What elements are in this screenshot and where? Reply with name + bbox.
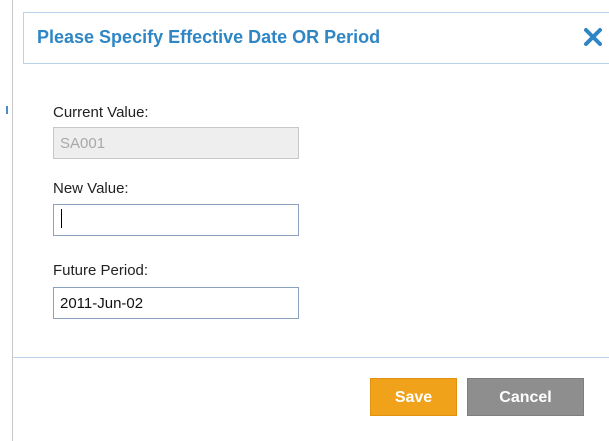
background-window-edge bbox=[0, 0, 13, 441]
future-period-label: Future Period: bbox=[53, 262, 149, 279]
new-value-field[interactable] bbox=[53, 204, 299, 236]
dialog-title: Please Specify Effective Date OR Period bbox=[37, 27, 381, 47]
close-button[interactable] bbox=[582, 25, 604, 49]
current-value-label: Current Value: bbox=[53, 104, 149, 121]
background-window-marker bbox=[6, 106, 8, 114]
new-value-label: New Value: bbox=[53, 180, 129, 197]
footer-divider bbox=[13, 357, 609, 358]
dialog-header: Please Specify Effective Date OR Period bbox=[23, 12, 609, 64]
page: Please Specify Effective Date OR Period … bbox=[0, 0, 609, 441]
effective-date-dialog: Please Specify Effective Date OR Period … bbox=[13, 0, 609, 441]
text-cursor bbox=[61, 209, 62, 228]
cancel-button[interactable]: Cancel bbox=[467, 378, 584, 416]
close-icon bbox=[584, 28, 602, 46]
future-period-field[interactable] bbox=[53, 287, 299, 319]
current-value-field bbox=[53, 127, 299, 159]
save-button[interactable]: Save bbox=[370, 378, 457, 416]
